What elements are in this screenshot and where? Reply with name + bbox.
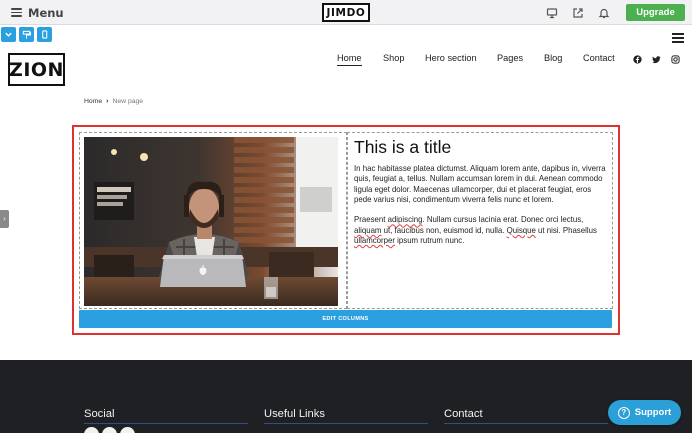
image-man-with-laptop[interactable] — [84, 137, 338, 306]
help-icon: ? — [617, 406, 630, 419]
footer-heading-useful-links: Useful Links — [264, 408, 325, 420]
footer-heading-social: Social — [84, 408, 115, 420]
nav-item-hero-section[interactable]: Hero section — [425, 52, 477, 65]
edit-columns-button[interactable]: EDIT COLUMNS — [79, 310, 612, 328]
hamburger-icon — [11, 8, 22, 17]
nav-item-shop[interactable]: Shop — [383, 52, 404, 65]
breadcrumb-home[interactable]: Home — [84, 98, 102, 105]
view-toggle-group — [1, 27, 52, 42]
side-panel-toggle[interactable]: › — [0, 210, 9, 228]
share-icon[interactable] — [571, 6, 585, 19]
support-button[interactable]: ? Support — [608, 400, 681, 425]
mobile-view-button[interactable] — [37, 27, 52, 42]
site-menu-icon[interactable] — [672, 33, 684, 43]
nav-item-home[interactable]: Home — [337, 52, 362, 66]
facebook-icon[interactable] — [632, 54, 642, 64]
breadcrumb-current: New page — [112, 98, 144, 105]
nav-item-contact[interactable]: Contact — [583, 52, 615, 65]
footer-column-social: Social — [84, 402, 248, 424]
social-circle-icon[interactable] — [102, 427, 117, 433]
footer-column-contact: Contact — [444, 402, 608, 424]
instagram-icon[interactable] — [670, 54, 680, 64]
site-navigation: Home Shop Hero section Pages Blog Contac… — [0, 52, 692, 66]
chevron-down-icon — [5, 32, 12, 37]
footer-column-useful-links: Useful Links — [264, 402, 428, 424]
body-paragraph-2: Praesent adipiscing. Nullam cursus lacin… — [354, 215, 597, 246]
editor-top-bar: Menu JIMDO Upgrade — [0, 0, 692, 25]
breadcrumb: Home › New page — [84, 98, 143, 105]
design-button[interactable] — [19, 27, 34, 42]
chevron-right-icon: › — [3, 214, 6, 223]
menu-label: Menu — [28, 5, 64, 20]
nav-item-blog[interactable]: Blog — [544, 52, 562, 65]
desktop-preview-icon[interactable] — [545, 6, 559, 19]
mobile-icon — [42, 30, 48, 39]
menu-button[interactable]: Menu — [11, 4, 64, 21]
column-body-text[interactable]: In hac habitasse platea dictumst. Aliqua… — [354, 164, 608, 246]
column-title[interactable]: This is a title — [354, 137, 451, 158]
body-paragraph-1: In hac habitasse platea dictumst. Aliqua… — [354, 164, 606, 204]
support-label: Support — [634, 407, 672, 418]
nav-item-pages[interactable]: Pages — [497, 52, 523, 65]
collapse-button[interactable] — [1, 27, 16, 42]
twitter-icon[interactable] — [651, 54, 661, 64]
footer-social-icons — [84, 427, 135, 433]
chevron-right-icon: › — [106, 98, 109, 105]
social-circle-icon[interactable] — [120, 427, 135, 433]
jimdo-logo[interactable]: JIMDO — [322, 3, 370, 22]
paint-roller-icon — [22, 30, 31, 39]
footer-heading-contact: Contact — [444, 408, 483, 420]
bell-icon[interactable] — [597, 6, 611, 19]
upgrade-button[interactable]: Upgrade — [626, 4, 685, 21]
social-circle-icon[interactable] — [84, 427, 99, 433]
